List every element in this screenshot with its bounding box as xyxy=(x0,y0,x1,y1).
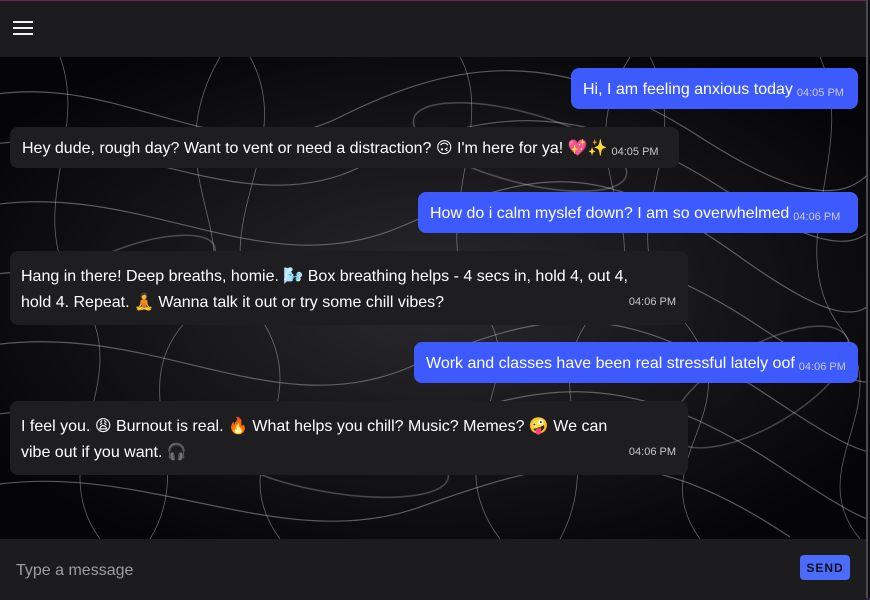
message-input[interactable] xyxy=(14,557,778,585)
message-timestamp: 04:05 PM xyxy=(611,146,659,158)
message-bubble-user: How do i calm myslef down? I am so overw… xyxy=(418,192,858,233)
message-text: Hey dude, rough day? Want to vent or nee… xyxy=(22,140,608,157)
composer-bar: SEND xyxy=(0,539,866,600)
app-header xyxy=(0,1,866,57)
message-timestamp: 04:06 PM xyxy=(628,296,676,308)
message-bubble-user: Hi, I am feeling anxious today 04:05 PM xyxy=(571,68,858,109)
message-text: I feel you. 😩 Burnout is real. 🔥 What he… xyxy=(21,418,608,461)
message-bubble-user: Work and classes have been real stressfu… xyxy=(414,342,858,383)
message-text: Work and classes have been real stressfu… xyxy=(426,355,795,372)
chat-app: Hi, I am feeling anxious today 04:05 PM H… xyxy=(0,0,868,600)
message-timestamp: 04:06 PM xyxy=(628,446,676,458)
chat-area[interactable]: Hi, I am feeling anxious today 04:05 PM H… xyxy=(0,57,866,539)
message-text: Hang in there! Deep breaths, homie. 🌬️ B… xyxy=(21,268,628,311)
message-timestamp: 04:06 PM xyxy=(793,211,841,223)
message-bubble-bot: Hey dude, rough day? Want to vent or nee… xyxy=(10,127,679,168)
message-bubble-bot: Hang in there! Deep breaths, homie. 🌬️ B… xyxy=(10,251,688,325)
message-text: How do i calm myslef down? I am so overw… xyxy=(430,205,790,222)
message-bubble-bot: I feel you. 😩 Burnout is real. 🔥 What he… xyxy=(10,401,688,475)
message-timestamp: 04:06 PM xyxy=(798,361,846,373)
hamburger-menu-icon[interactable] xyxy=(13,21,33,37)
message-timestamp: 04:05 PM xyxy=(796,87,844,99)
message-text: Hi, I am feeling anxious today xyxy=(583,81,793,98)
send-button[interactable]: SEND xyxy=(800,555,850,580)
